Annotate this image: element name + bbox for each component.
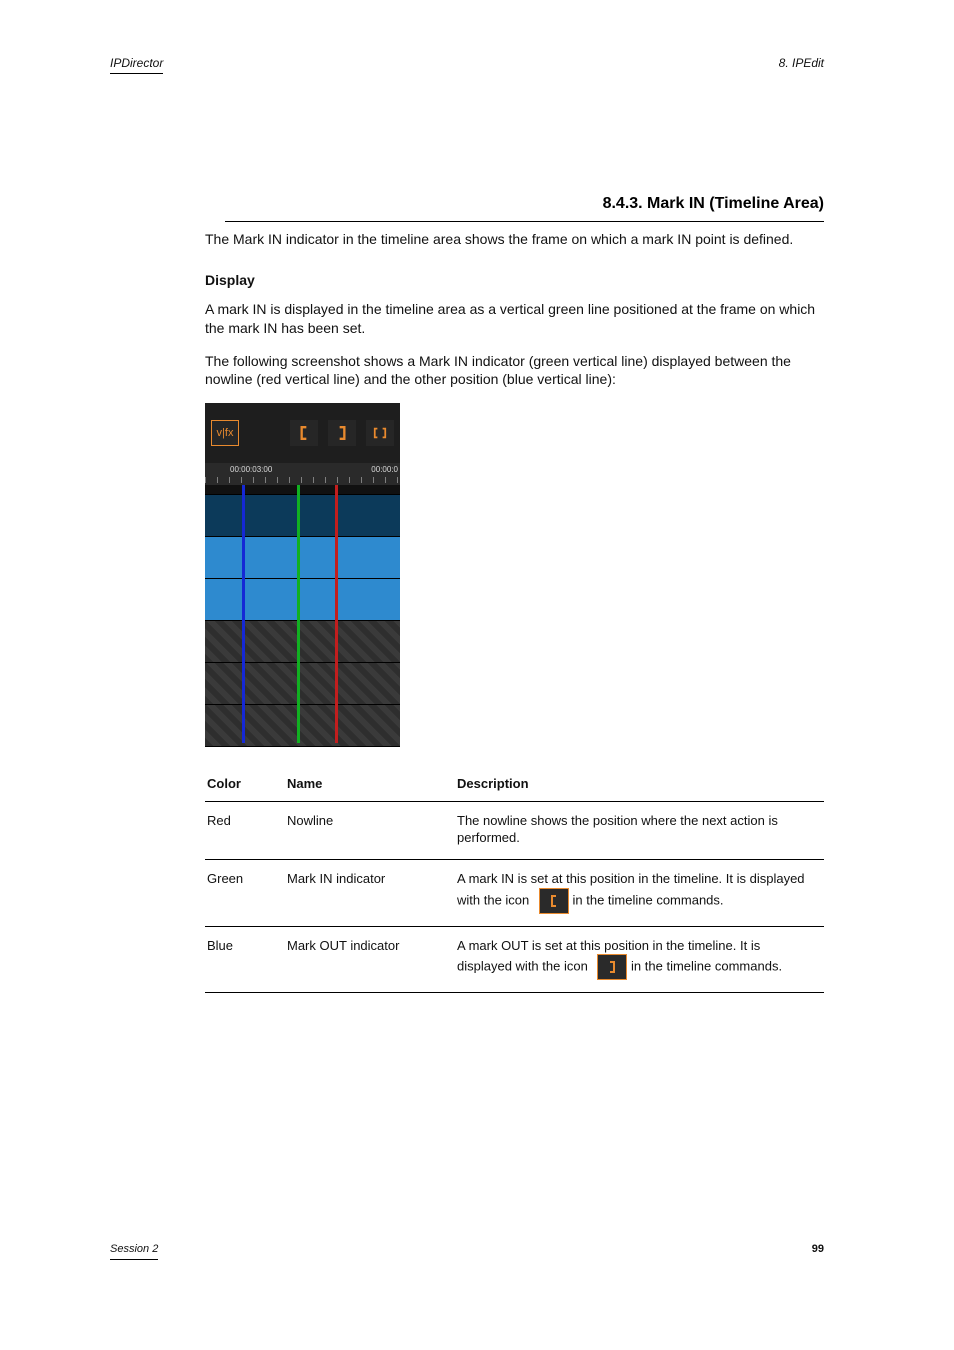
display-para-2: The following screenshot shows a Mark IN… bbox=[205, 352, 824, 390]
cell-name: Mark IN indicator bbox=[285, 859, 455, 926]
mark-in-line bbox=[297, 485, 300, 743]
legend-table: Color Name Description Red Nowline The n… bbox=[205, 769, 824, 993]
table-row: Blue Mark OUT indicator A mark OUT is se… bbox=[205, 926, 824, 993]
cell-name: Nowline bbox=[285, 801, 455, 859]
track-row bbox=[205, 705, 400, 747]
vfx-label: v|fx bbox=[217, 426, 234, 441]
track-row bbox=[205, 663, 400, 705]
vfx-button: v|fx bbox=[211, 420, 239, 446]
table-header-row: Color Name Description bbox=[205, 769, 824, 801]
ruler-tc-left: 00:00:03:00 bbox=[230, 465, 272, 476]
footer-left: Session 2 bbox=[110, 1242, 158, 1260]
cell-desc-b: in the timeline commands. bbox=[631, 959, 782, 974]
cell-desc: A mark IN is set at this position in the… bbox=[455, 859, 824, 926]
cell-desc: The nowline shows the position where the… bbox=[455, 801, 824, 859]
page-number: 99 bbox=[812, 1242, 824, 1260]
track-row bbox=[205, 537, 400, 579]
display-para-1: A mark IN is displayed in the timeline a… bbox=[205, 300, 824, 338]
chapter-label: 8. IPEdit bbox=[779, 55, 824, 74]
figure-ruler: 00:00:03:00 00:00:0 bbox=[205, 463, 400, 485]
table-row: Red Nowline The nowline shows the positi… bbox=[205, 801, 824, 859]
cell-name: Mark OUT indicator bbox=[285, 926, 455, 993]
cell-color: Red bbox=[205, 801, 285, 859]
product-name: IPDirector bbox=[110, 55, 163, 74]
ruler-tc-right: 00:00:0 bbox=[371, 465, 398, 476]
footer: Session 2 99 bbox=[110, 1242, 824, 1260]
col-color: Color bbox=[205, 769, 285, 801]
mark-in-icon bbox=[290, 420, 318, 446]
cell-color: Blue bbox=[205, 926, 285, 993]
mark-in-icon bbox=[539, 888, 569, 914]
col-name: Name bbox=[285, 769, 455, 801]
mark-out-icon bbox=[597, 954, 627, 980]
page-meta: IPDirector 8. IPEdit bbox=[110, 55, 824, 74]
content: The Mark IN indicator in the timeline ar… bbox=[205, 230, 824, 993]
track-row bbox=[205, 495, 400, 537]
nowline bbox=[335, 485, 338, 743]
timeline-screenshot: v|fx 00:00:03:00 00:00:0 bbox=[205, 403, 400, 747]
mark-out-icon bbox=[328, 420, 356, 446]
cell-desc: A mark OUT is set at this position in th… bbox=[455, 926, 824, 993]
col-description: Description bbox=[455, 769, 824, 801]
figure-tracks bbox=[205, 485, 400, 747]
track-row bbox=[205, 621, 400, 663]
table-row: Green Mark IN indicator A mark IN is set… bbox=[205, 859, 824, 926]
cell-color: Green bbox=[205, 859, 285, 926]
intro-text: The Mark IN indicator in the timeline ar… bbox=[205, 230, 824, 249]
cell-desc-b: in the timeline commands. bbox=[573, 892, 724, 907]
display-heading: Display bbox=[205, 271, 824, 290]
mark-in-out-icon bbox=[366, 420, 394, 446]
figure-toolbar: v|fx bbox=[205, 403, 400, 463]
track-row bbox=[205, 579, 400, 621]
other-position-line bbox=[242, 485, 245, 743]
section-heading: 8.4.3. Mark IN (Timeline Area) bbox=[225, 193, 824, 222]
